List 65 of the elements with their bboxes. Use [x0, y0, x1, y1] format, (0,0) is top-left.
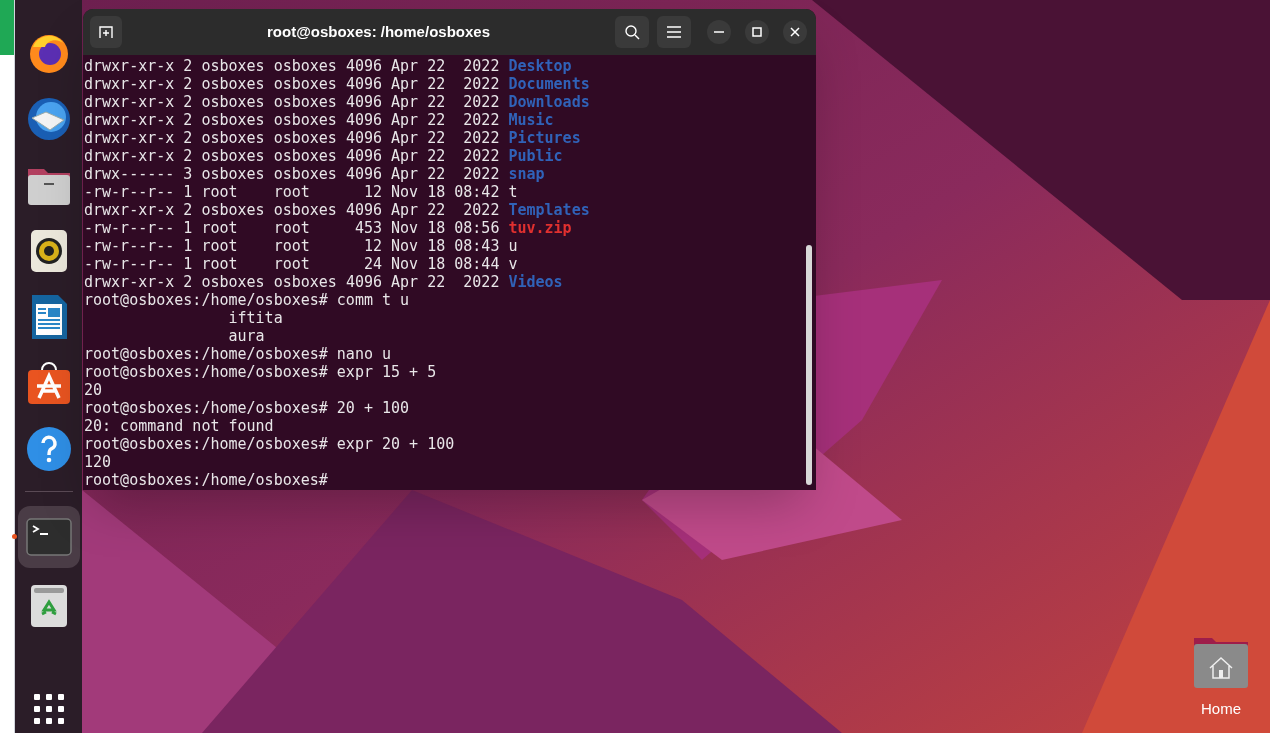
command-output: aura: [227, 327, 265, 345]
file-details: drwxr-xr-x 2 osboxes osboxes 4096 Apr 22 2022: [84, 57, 500, 75]
shell-prompt: root@osboxes:/home/osboxes#: [84, 345, 328, 363]
command-output: 120: [84, 453, 112, 471]
help-icon: [25, 426, 72, 472]
file-details: drwxr-xr-x 2 osboxes osboxes 4096 Apr 22 2022: [84, 147, 500, 165]
speaker-icon: [29, 229, 68, 273]
file-details: drwxr-xr-x 2 osboxes osboxes 4096 Apr 22 2022: [84, 75, 500, 93]
file-name: t: [508, 183, 518, 201]
file-details: -rw-r--r-- 1 root root 12 Nov 18 08:42: [84, 183, 500, 201]
file-details: drwxr-xr-x 2 osboxes osboxes 4096 Apr 22 2022: [84, 111, 500, 129]
file-name: v: [508, 255, 518, 273]
document-icon: [29, 294, 68, 340]
trash-icon: [29, 584, 68, 628]
menu-button[interactable]: [657, 16, 691, 48]
desktop-icon-label[interactable]: Home: [1201, 698, 1241, 721]
terminal-icon: [25, 518, 72, 556]
close-button[interactable]: [783, 20, 807, 44]
app-grid-icon[interactable]: [32, 693, 65, 725]
maximize-icon: [752, 27, 762, 37]
file-details: drwxr-xr-x 2 osboxes osboxes 4096 Apr 22 2022: [84, 273, 500, 291]
maximize-button[interactable]: [745, 20, 769, 44]
minimize-icon: [714, 31, 724, 33]
command-output: 20: [84, 381, 103, 399]
command-text: expr 15 + 5: [336, 363, 437, 381]
file-details: drwxr-xr-x 2 osboxes osboxes 4096 Apr 22 2022: [84, 201, 500, 219]
file-name: Public: [508, 147, 563, 165]
command-text: expr 20 + 100: [336, 435, 455, 453]
close-icon: [790, 27, 800, 37]
file-details: -rw-r--r-- 1 root root 24 Nov 18 08:44: [84, 255, 500, 273]
scrollbar-thumb[interactable]: [806, 245, 812, 485]
shell-prompt: root@osboxes:/home/osboxes#: [84, 291, 328, 309]
file-details: drwx------ 3 osboxes osboxes 4096 Apr 22 2022: [84, 165, 500, 183]
file-name: Templates: [508, 201, 590, 219]
shell-prompt: root@osboxes:/home/osboxes#: [84, 363, 328, 381]
minimize-button[interactable]: [707, 20, 731, 44]
file-details: -rw-r--r-- 1 root root 453 Nov 18 08:56: [84, 219, 500, 237]
command-text: nano u: [336, 345, 392, 363]
new-tab-icon: [98, 24, 114, 40]
file-name: Pictures: [508, 129, 581, 147]
file-name: Music: [508, 111, 554, 129]
file-name: u: [508, 237, 518, 255]
file-details: drwxr-xr-x 2 osboxes osboxes 4096 Apr 22 2022: [84, 93, 500, 111]
window-title: root@osboxes: /home/osboxes: [267, 21, 490, 42]
file-name: Videos: [508, 273, 563, 291]
file-name: Documents: [508, 75, 590, 93]
menu-icon: [667, 26, 681, 38]
file-name: Downloads: [508, 93, 590, 111]
command-text: comm t u: [336, 291, 410, 309]
file-name: Desktop: [508, 57, 572, 75]
search-button[interactable]: [615, 16, 649, 48]
store-icon: [25, 360, 72, 406]
file-name: tuv.zip: [508, 219, 572, 237]
new-tab-button[interactable]: [90, 16, 122, 48]
shell-prompt: root@osboxes:/home/osboxes#: [84, 399, 328, 417]
mail-icon: [25, 96, 72, 142]
command-output: 20: command not found: [84, 417, 274, 435]
command-output: iftita: [227, 309, 283, 327]
shell-prompt: root@osboxes:/home/osboxes#: [84, 471, 328, 489]
shell-prompt: root@osboxes:/home/osboxes#: [84, 435, 328, 453]
file-name: snap: [508, 165, 545, 183]
file-details: drwxr-xr-x 2 osboxes osboxes 4096 Apr 22 2022: [84, 129, 500, 147]
file-details: -rw-r--r-- 1 root root 12 Nov 18 08:43: [84, 237, 500, 255]
command-text: 20 + 100: [336, 399, 410, 417]
search-icon: [624, 24, 640, 40]
